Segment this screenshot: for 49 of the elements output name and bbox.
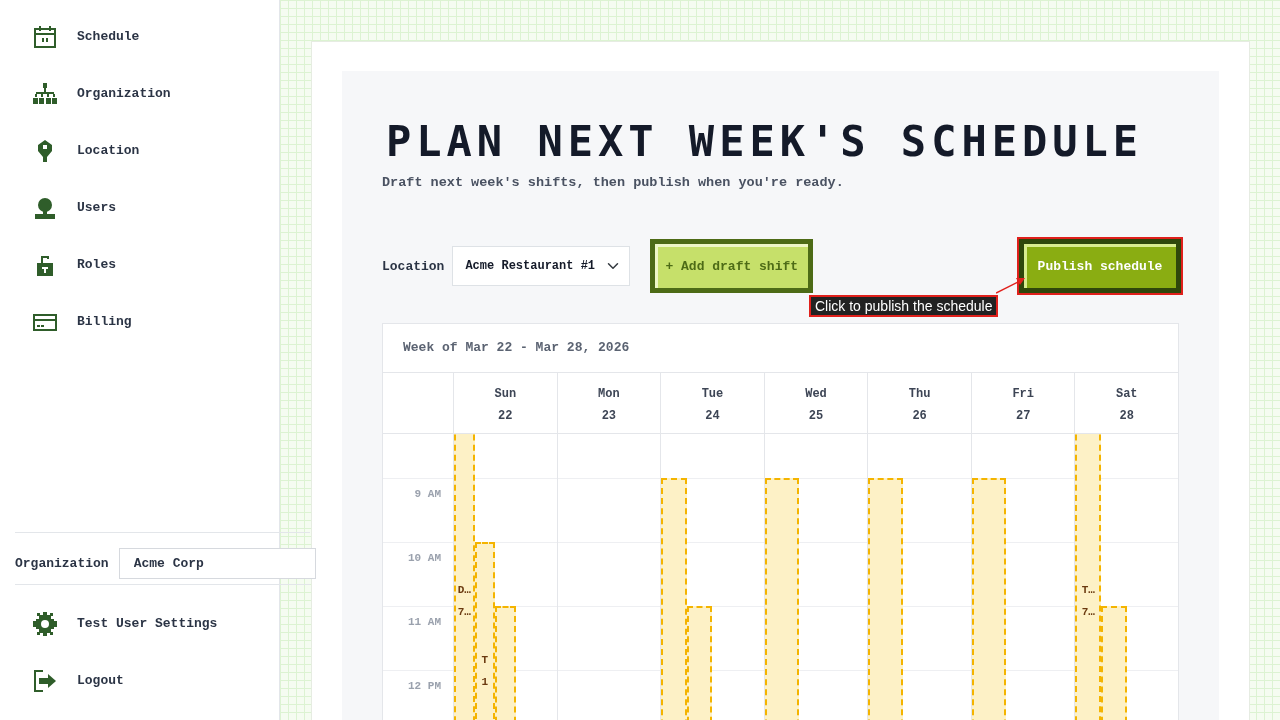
weekday-label: Mon: [598, 385, 620, 403]
weekday-label: Tue: [701, 385, 724, 403]
sidebar-item[interactable]: Organization: [0, 65, 311, 122]
gear-icon: [33, 611, 57, 636]
sidebar-item[interactable]: Users: [0, 179, 311, 236]
sidebar-item[interactable]: Location: [0, 122, 311, 179]
page-subtitle: Draft next week's shifts, then publish when you're ready.: [382, 174, 845, 193]
add-draft-shift-button[interactable]: + Add draft shift: [650, 239, 814, 294]
calendar-icon: [33, 24, 57, 49]
logout-link[interactable]: Logout: [0, 652, 280, 709]
week-range: Week of Mar 22 - Mar 28, 2026: [383, 324, 1178, 373]
organization-label: Organization: [15, 554, 109, 573]
weekday-label: Sun: [494, 385, 517, 403]
shift-text: T: [481, 652, 489, 668]
weekday-label: Wed: [805, 385, 827, 403]
exit-arrow-icon: [33, 668, 57, 693]
weekday-label: Sat: [1115, 385, 1138, 403]
date-label: 27: [1015, 407, 1031, 425]
location-select[interactable]: Acme Restaurant #1: [452, 246, 631, 287]
page-title: PLAN NEXT WEEK'S SCHEDULE: [386, 119, 1145, 166]
shift-text: 7…: [457, 605, 471, 621]
location-label: Location: [382, 257, 445, 276]
shift-block[interactable]: D… 7…: [454, 433, 475, 720]
shift-block[interactable]: T… 7…: [1075, 433, 1102, 720]
sidebar-item[interactable]: Billing: [0, 293, 311, 350]
org-chart-icon: [33, 81, 57, 106]
date-label: 22: [498, 407, 513, 425]
time-label: 12 PM: [408, 678, 441, 694]
shift-text: T…: [1081, 582, 1095, 598]
date-label: 26: [912, 407, 927, 425]
weekday-label: Fri: [1012, 385, 1034, 403]
time-label: 10 AM: [408, 550, 441, 566]
time-label: 9 AM: [414, 486, 441, 502]
date-label: 24: [705, 407, 720, 425]
date-label: 28: [1119, 407, 1134, 425]
weekday-label: Thu: [908, 385, 931, 403]
user-icon: [33, 195, 57, 220]
sidebar-item[interactable]: Schedule: [0, 8, 311, 65]
shift-text: D…: [457, 582, 471, 598]
date-label: 25: [808, 407, 824, 425]
shift-text: 1: [481, 675, 489, 691]
organization-field[interactable]: Acme Corp: [118, 548, 316, 579]
date-label: 23: [601, 407, 617, 425]
shift-text: 7…: [1081, 605, 1095, 621]
tooltip: Click to publish the schedule: [809, 295, 999, 318]
sidebar-item[interactable]: Roles: [0, 236, 311, 293]
time-label: 11 AM: [408, 614, 441, 630]
settings-link[interactable]: Test User Settings: [0, 595, 280, 652]
shift-block[interactable]: T 1: [474, 541, 496, 720]
